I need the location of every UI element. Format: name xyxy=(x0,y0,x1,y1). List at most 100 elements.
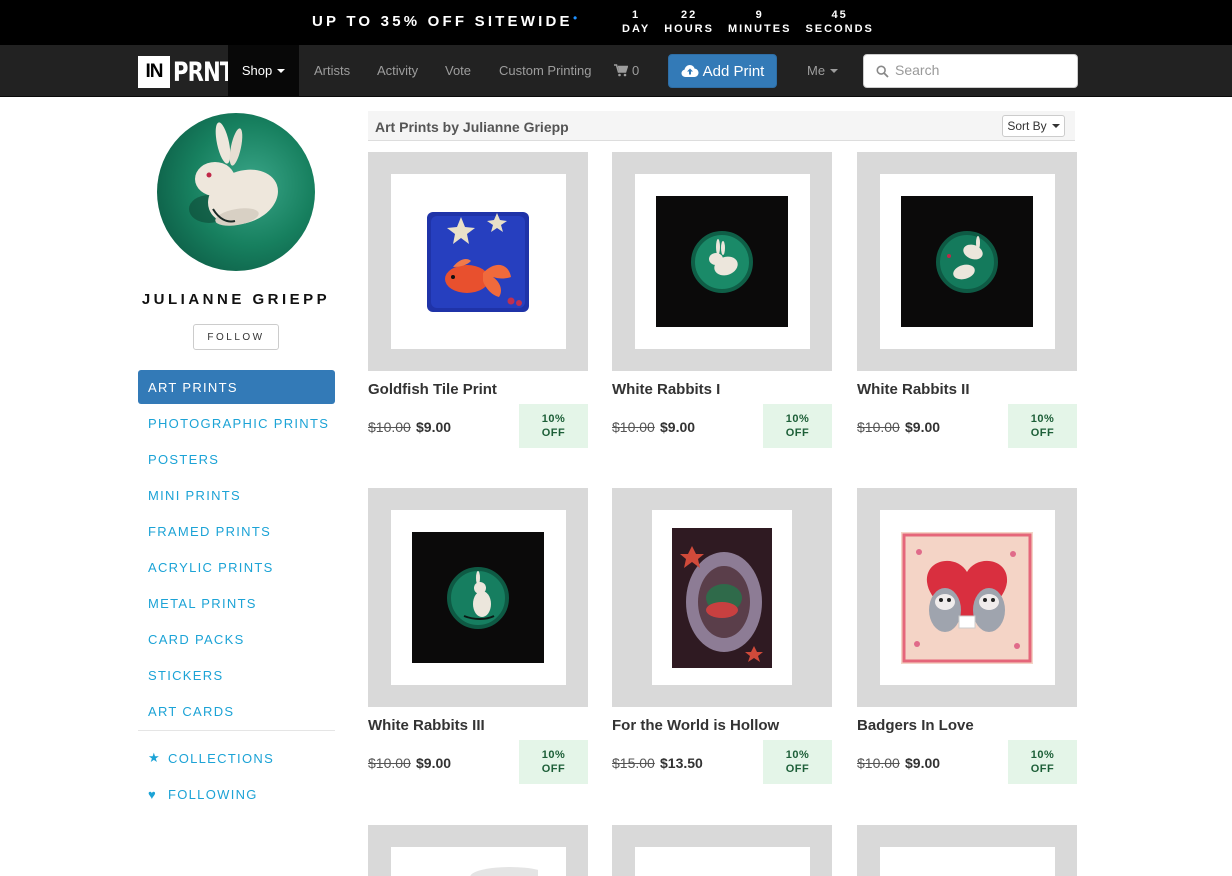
content-header: Art Prints by Julianne Griepp Sort By xyxy=(368,111,1075,141)
artist-name: JULIANNE GRIEPP xyxy=(141,291,331,308)
product-title[interactable]: White Rabbits II xyxy=(857,381,970,398)
product-title[interactable]: White Rabbits I xyxy=(612,381,720,398)
cart-icon xyxy=(614,64,628,77)
white-rabbits-ii-artwork xyxy=(901,196,1033,327)
following-label: FOLLOWING xyxy=(168,786,258,802)
product-thumbnail[interactable] xyxy=(612,152,832,371)
nav-cart[interactable]: 0 xyxy=(614,45,639,96)
sidebar-item-following[interactable]: ♥ FOLLOWING xyxy=(138,777,335,811)
product-title[interactable]: Badgers In Love xyxy=(857,717,974,734)
discount-badge: 10% OFF xyxy=(1008,740,1077,784)
top-navbar: IN PRNT Shop Artists Activity Vote Custo… xyxy=(0,45,1232,97)
product-thumbnail[interactable] xyxy=(857,152,1077,371)
product-card[interactable] xyxy=(368,825,588,876)
search-box[interactable] xyxy=(863,54,1078,88)
product-price: $9.00 xyxy=(905,755,941,771)
white-rabbits-i-artwork xyxy=(656,196,788,327)
product-thumbnail[interactable] xyxy=(368,825,588,876)
countdown-seconds: 45 SECONDS xyxy=(805,9,874,35)
product-thumbnail[interactable] xyxy=(612,825,832,876)
product-card[interactable]: For the World is Hollow $15.00 $13.50 10… xyxy=(612,488,832,794)
product-price: $9.00 xyxy=(416,755,452,771)
sidebar-divider xyxy=(138,730,335,731)
logo-prnt-text: PRNT xyxy=(173,56,234,88)
cloud-upload-icon xyxy=(681,65,699,77)
sidebar-item-photographic-prints[interactable]: PHOTOGRAPHIC PRINTS xyxy=(138,406,335,440)
countdown-hours: 22 HOURS xyxy=(664,9,714,35)
product-old-price: $10.00 xyxy=(857,419,900,435)
search-input[interactable] xyxy=(895,62,1070,78)
product-card[interactable]: White Rabbits I $10.00 $9.00 10% OFF xyxy=(612,152,832,458)
nav-artists[interactable]: Artists xyxy=(314,45,350,96)
product-price: $13.50 xyxy=(660,755,703,771)
product-thumbnail[interactable] xyxy=(368,488,588,707)
sidebar-item-mini-prints[interactable]: MINI PRINTS xyxy=(138,478,335,512)
product-price: $9.00 xyxy=(660,419,696,435)
sidebar-item-stickers[interactable]: STICKERS xyxy=(138,658,335,692)
product-old-price: $10.00 xyxy=(857,755,900,771)
nav-shop-dropdown[interactable]: Shop xyxy=(228,45,299,96)
product-old-price: $10.00 xyxy=(368,419,411,435)
sort-by-label: Sort By xyxy=(1007,119,1047,133)
caret-down-icon xyxy=(277,68,286,73)
promo-dot-icon: • xyxy=(573,11,578,25)
sidebar-item-posters[interactable]: POSTERS xyxy=(138,442,335,476)
collections-label: COLLECTIONS xyxy=(168,750,275,766)
discount-badge: 10% OFF xyxy=(519,740,588,784)
countdown-days: 1 DAY xyxy=(622,9,651,35)
product-thumbnail[interactable] xyxy=(612,488,832,707)
promo-banner[interactable]: UP TO 35% OFF SITEWIDE • 1 DAY 22 HOURS 9M… xyxy=(0,0,1232,45)
countdown-minutes: 9 MINUTES xyxy=(727,9,792,35)
nav-shop-label: Shop xyxy=(241,63,273,78)
sort-by-dropdown[interactable]: Sort By xyxy=(1002,115,1065,137)
product-old-price: $10.00 xyxy=(612,419,655,435)
world-is-hollow-artwork xyxy=(672,527,772,668)
product-title[interactable]: For the World is Hollow xyxy=(612,717,779,734)
nav-activity[interactable]: Activity xyxy=(377,45,418,96)
sidebar-item-framed-prints[interactable]: FRAMED PRINTS xyxy=(138,514,335,548)
nav-me-dropdown[interactable]: Me xyxy=(807,45,839,96)
logo-in-box: IN xyxy=(138,56,170,88)
discount-badge: 10% OFF xyxy=(763,740,832,784)
product-card[interactable]: Goldfish Tile Print $10.00 $9.00 10% OFF xyxy=(368,152,588,458)
product-title[interactable]: Goldfish Tile Print xyxy=(368,381,497,398)
search-icon xyxy=(876,65,889,78)
sidebar-item-art-cards[interactable]: ART CARDS xyxy=(138,694,335,728)
sidebar-item-metal-prints[interactable]: METAL PRINTS xyxy=(138,586,335,620)
product-card[interactable] xyxy=(857,825,1077,876)
nav-me-label: Me xyxy=(807,63,826,78)
product-card[interactable]: White Rabbits II $10.00 $9.00 10% OFF xyxy=(857,152,1077,458)
product-old-price: $10.00 xyxy=(368,755,411,771)
nav-vote[interactable]: Vote xyxy=(445,45,471,96)
caret-down-icon xyxy=(1051,124,1060,128)
sidebar-item-acrylic-prints[interactable]: ACRYLIC PRINTS xyxy=(138,550,335,584)
product-card[interactable] xyxy=(612,825,832,876)
product-title[interactable]: White Rabbits III xyxy=(368,717,485,734)
cart-count: 0 xyxy=(632,63,640,78)
nav-custom-printing[interactable]: Custom Printing xyxy=(499,45,591,96)
goldfish-artwork xyxy=(427,211,529,312)
follow-button[interactable]: FOLLOW xyxy=(193,324,279,350)
page-title: Art Prints by Julianne Griepp xyxy=(375,119,569,135)
star-icon: ★ xyxy=(148,750,161,765)
product-thumbnail[interactable] xyxy=(857,488,1077,707)
sidebar-item-collections[interactable]: ★ COLLECTIONS xyxy=(138,741,335,775)
product-old-price: $15.00 xyxy=(612,755,655,771)
sidebar-item-card-packs[interactable]: CARD PACKS xyxy=(138,622,335,656)
sidebar-item-art-prints[interactable]: ART PRINTS xyxy=(138,370,335,404)
product-thumbnail[interactable] xyxy=(368,152,588,371)
badgers-in-love-artwork xyxy=(901,531,1033,664)
add-print-button[interactable]: Add Print xyxy=(668,54,777,88)
artist-avatar[interactable] xyxy=(157,113,315,271)
promo-text: UP TO 35% OFF SITEWIDE xyxy=(312,13,573,30)
white-rabbits-iii-artwork xyxy=(412,532,544,663)
product-card[interactable]: White Rabbits III $10.00 $9.00 10% OFF xyxy=(368,488,588,794)
discount-badge: 10% OFF xyxy=(519,404,588,448)
product-price: $9.00 xyxy=(905,419,941,435)
discount-badge: 10% OFF xyxy=(1008,404,1077,448)
product-card[interactable]: Badgers In Love $10.00 $9.00 10% OFF xyxy=(857,488,1077,794)
caret-down-icon xyxy=(830,68,839,73)
product-thumbnail[interactable] xyxy=(857,825,1077,876)
add-print-label: Add Print xyxy=(702,62,765,80)
countdown-timer: 1 DAY 22 HOURS 9 MINUTES 45 SECONDS xyxy=(622,8,888,36)
